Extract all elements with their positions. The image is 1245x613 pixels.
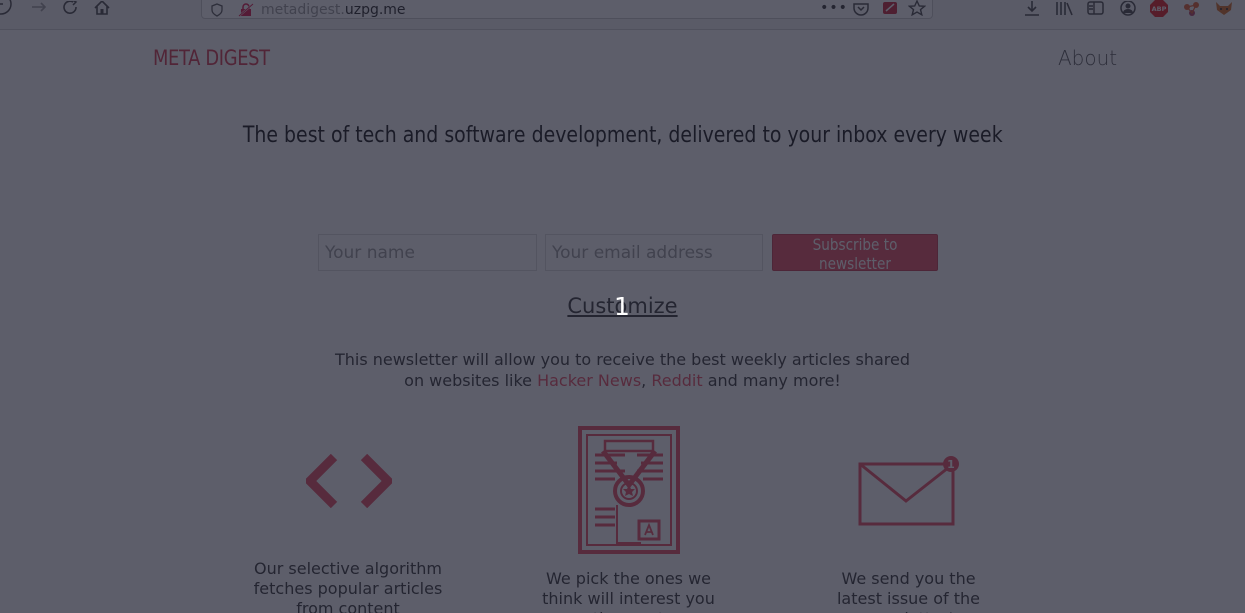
url-text[interactable]: metadigest.uzpg.me — [261, 2, 406, 18]
insecure-lock-icon[interactable] — [238, 1, 254, 19]
headline-text: The best of tech and software developmen… — [242, 123, 1003, 148]
overlay-step-number: 1 — [614, 292, 630, 321]
nav-about-link[interactable]: About — [1058, 46, 1117, 70]
site-logo[interactable]: META DIGEST — [153, 46, 270, 70]
pocket-icon[interactable] — [852, 0, 870, 18]
envelope-badge-label: 1 — [947, 458, 955, 471]
library-icon[interactable] — [1054, 0, 1074, 18]
subscribe-button[interactable]: Subscribe to newsletter — [772, 234, 938, 273]
url-domain-prefix: metadigest. — [261, 2, 345, 18]
shield-icon[interactable] — [210, 1, 224, 19]
reddit-link[interactable]: Reddit — [651, 371, 702, 390]
hacker-news-link[interactable]: Hacker News — [537, 371, 641, 390]
account-icon[interactable] — [1118, 0, 1138, 18]
adblock-icon[interactable]: ABP — [1148, 0, 1170, 18]
envelope-icon: 1 — [857, 455, 961, 527]
adblock-label: ABP — [1152, 5, 1167, 13]
browser-toolbar: metadigest.uzpg.me ••• ABP — [0, 0, 1245, 30]
description-line-2: on websites like Hacker News, Reddit and… — [0, 370, 1245, 391]
forward-icon[interactable] — [29, 0, 49, 18]
url-bar[interactable]: metadigest.uzpg.me ••• — [201, 0, 933, 19]
more-icon[interactable]: ••• — [820, 0, 847, 17]
feature-text-algorithm: Our selective algorithm fetches popular … — [253, 559, 443, 613]
url-domain-main: uzpg.me — [344, 2, 406, 18]
subscribe-button-label: Subscribe to newsletter — [812, 235, 898, 273]
bookmark-star-icon[interactable] — [908, 0, 926, 17]
back-icon[interactable] — [0, 0, 16, 18]
feature-text-pick: We pick the ones we think will interest … — [542, 569, 715, 613]
certificate-icon — [577, 425, 681, 555]
page-headline: The best of tech and software developmen… — [0, 123, 1245, 148]
screenshot-icon[interactable] — [880, 0, 900, 17]
extension-icon[interactable] — [1181, 0, 1203, 18]
description-line-1: This newsletter will allow you to receiv… — [334, 350, 911, 369]
home-icon[interactable] — [92, 0, 112, 18]
fox-icon[interactable] — [1213, 0, 1235, 18]
feature-text-send: We send you the latest issue of the news… — [836, 569, 980, 613]
reload-icon[interactable] — [61, 0, 81, 18]
code-brackets-icon — [303, 453, 395, 509]
name-input[interactable] — [318, 234, 537, 271]
sidebar-icon[interactable] — [1086, 0, 1106, 18]
description-comma: , — [641, 371, 652, 390]
description: This newsletter will allow you to receiv… — [0, 349, 1245, 391]
description-suffix: and many more! — [702, 371, 841, 390]
email-input[interactable] — [545, 234, 763, 271]
description-prefix: on websites like — [404, 371, 538, 390]
download-icon[interactable] — [1022, 0, 1042, 18]
